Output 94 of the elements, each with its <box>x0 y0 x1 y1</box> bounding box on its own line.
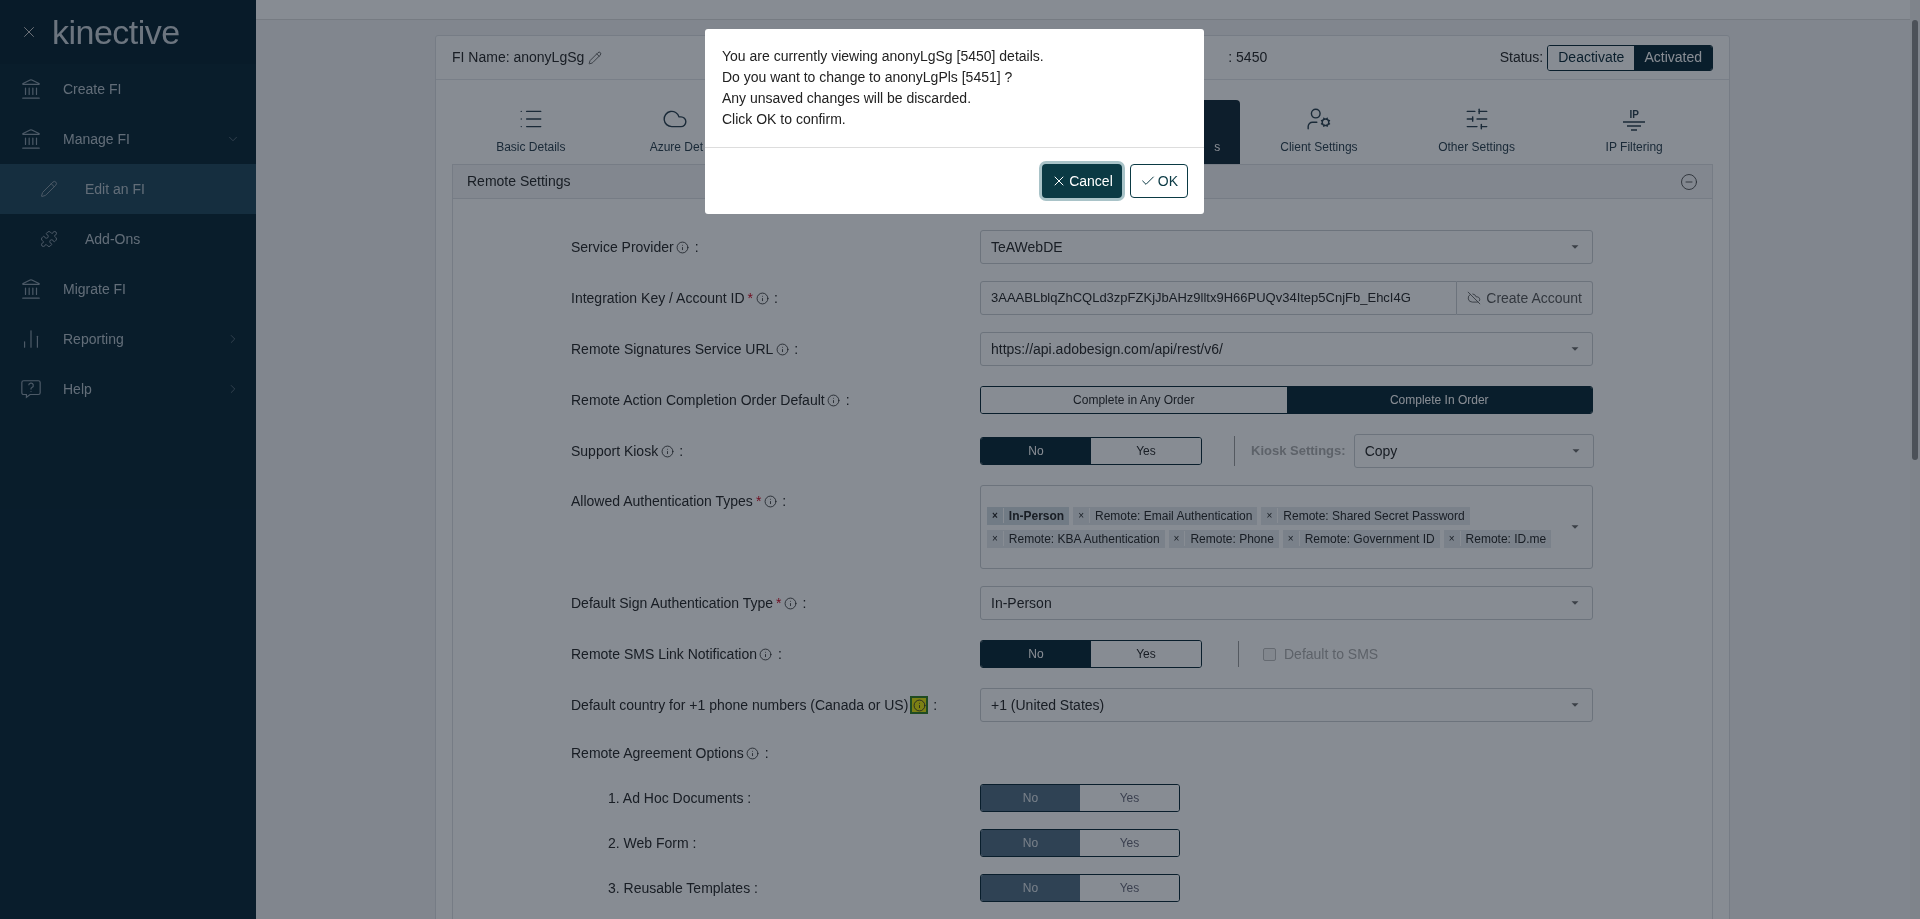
required-mark: * <box>747 288 753 308</box>
fi-id: : 5450 <box>1228 48 1268 67</box>
info-icon[interactable] <box>660 444 675 458</box>
info-icon[interactable] <box>755 291 769 305</box>
sidebar-item[interactable]: Manage FI <box>0 114 256 164</box>
remove-tag-button[interactable]: × <box>1168 531 1186 546</box>
remove-tag-button[interactable]: × <box>1443 531 1461 546</box>
status-label: Status: <box>1499 48 1544 67</box>
bank-icon <box>20 128 42 150</box>
sidebar-item[interactable]: Help <box>0 364 256 414</box>
required-mark: * <box>755 492 762 511</box>
colon: : <box>782 492 787 511</box>
field-label: Remote Agreement Options <box>571 743 744 763</box>
field-label: Service Provider <box>571 237 674 257</box>
field-label: Default country for +1 phone numbers (Canada or US) <box>571 695 909 715</box>
colon: : <box>694 237 699 257</box>
option-label: 1. Ad Hoc Documents : <box>608 790 752 806</box>
tag: × Remote: ID.me <box>1443 529 1552 548</box>
tab[interactable]: Client Settings <box>1240 100 1398 164</box>
tag: × Remote: Government ID <box>1282 529 1440 548</box>
remove-tag-button[interactable]: × <box>1261 508 1279 523</box>
colon: : <box>764 743 769 763</box>
integration-key-field[interactable]: 3AAABLblqZhCQLd3zpFZKjJbAHz9lltx9H66PUQv34Itep5CnjFb_EhcI4G <box>980 281 1458 315</box>
fi-name: FI Name: anonyLgSg <box>452 48 585 67</box>
remove-tag-button[interactable]: × <box>1073 508 1091 523</box>
tag: × Remote: KBA Authentication <box>987 529 1165 548</box>
remove-tag-button[interactable]: × <box>1282 531 1300 546</box>
multi-select-field[interactable]: × In-Person × Remote: Email Authentication × Remote: Shared Secret Password × Remote: KBA Authentication × Remote: Phone × Remote: Government ID × Remote: ID.me <box>980 485 1593 569</box>
field-label: Support Kiosk <box>571 441 659 461</box>
pencil-icon[interactable] <box>588 50 603 65</box>
field-label: Integration Key / Account ID <box>571 288 745 308</box>
tab[interactable]: Other Settings <box>1397 100 1556 164</box>
status-option[interactable]: Activated <box>1634 45 1712 70</box>
sidebar-item[interactable]: Create FI <box>0 64 256 114</box>
colon: : <box>794 339 799 359</box>
sidebar-item[interactable]: Add-Ons <box>0 214 256 264</box>
dialog-message: Click OK to confirm. <box>722 110 847 129</box>
field-label: Allowed Authentication Types <box>571 492 753 511</box>
sidebar-item[interactable]: Edit an FI <box>0 164 256 214</box>
dialog-message: Do you want to change to anonyLgPls [5451] ? <box>722 68 1014 87</box>
info-icon[interactable] <box>826 393 841 407</box>
info-icon[interactable] <box>675 240 690 254</box>
info-icon[interactable] <box>910 696 929 714</box>
field-label: Remote SMS Link Notification <box>571 644 757 664</box>
remove-tag-button[interactable]: × <box>987 531 1004 546</box>
required-mark: * <box>776 593 782 613</box>
select-field[interactable]: In-Person <box>980 586 1593 620</box>
info-icon[interactable] <box>745 746 760 760</box>
sidebar-item[interactable]: Migrate FI <box>0 264 256 314</box>
pencil-icon <box>40 180 58 198</box>
info-icon[interactable] <box>758 647 773 661</box>
colon: : <box>933 695 938 715</box>
field-label: Default Sign Authentication Type <box>571 593 774 613</box>
tab[interactable]: Basic Details <box>452 100 610 164</box>
select-field[interactable]: Copy <box>1353 434 1594 468</box>
select-field[interactable]: TeAWebDE <box>980 230 1593 264</box>
cloud-icon <box>1467 291 1482 305</box>
toggle-option[interactable]: No <box>981 438 1091 464</box>
option-label: 2. Web Form : <box>608 835 697 851</box>
dialog-message: Any unsaved changes will be discarded. <box>722 89 973 108</box>
help-icon <box>20 378 42 400</box>
cancel-button[interactable]: Cancel <box>1042 164 1122 198</box>
puzzle-icon <box>40 230 58 248</box>
colon: : <box>777 644 782 664</box>
bank-icon <box>20 78 42 100</box>
colon: : <box>774 288 778 308</box>
tag: × Remote: Email Authentication <box>1073 506 1258 525</box>
info-icon[interactable] <box>783 596 798 610</box>
select-field[interactable]: https://api.adobesign.com/api/rest/v6/ <box>980 332 1593 366</box>
user-gear-icon <box>1305 106 1332 132</box>
sidebar-item[interactable]: Reporting <box>0 314 256 364</box>
collapse-icon[interactable] <box>1680 172 1698 191</box>
select-field[interactable]: +1 (United States) <box>980 688 1593 722</box>
logo: kinective <box>52 11 180 53</box>
ok-button[interactable]: OK <box>1129 164 1188 198</box>
info-icon[interactable] <box>763 494 778 509</box>
colon: : <box>802 593 807 613</box>
colon: : <box>845 390 850 410</box>
info-icon[interactable] <box>775 342 790 356</box>
field-label: Remote Action Completion Order Default <box>571 390 825 410</box>
option-label: 3. Reusable Templates : <box>608 880 758 896</box>
toggle-option[interactable]: No <box>981 641 1091 667</box>
create-account-button[interactable]: Create Account <box>1457 281 1593 315</box>
colon: : <box>679 441 684 461</box>
tag: × In-Person <box>987 506 1070 525</box>
tab[interactable]: IP IP Filtering <box>1555 100 1713 164</box>
bank-icon <box>20 278 42 300</box>
field-label: Remote Signatures Service URL <box>571 339 774 359</box>
section-title: Remote Settings <box>467 172 571 191</box>
toggle-option[interactable]: Complete In Order <box>1286 387 1592 413</box>
dialog-message: You are currently viewing anonyLgSg [5450] details. <box>722 47 1045 66</box>
remove-tag-button[interactable]: × <box>987 508 1004 523</box>
tag: × Remote: Phone <box>1168 529 1279 548</box>
tag: × Remote: Shared Secret Password <box>1261 506 1470 525</box>
